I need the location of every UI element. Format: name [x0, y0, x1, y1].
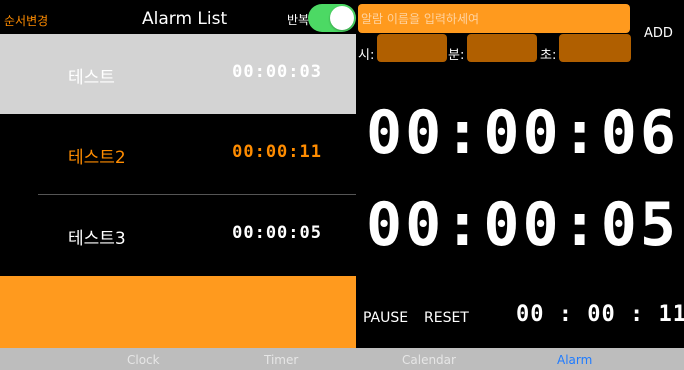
second-input[interactable]	[559, 34, 631, 62]
countdown-display: 00:00:06	[366, 98, 679, 168]
alarm-name: 테스트	[68, 68, 115, 88]
minute-input[interactable]	[467, 34, 537, 62]
repeat-label: 반복	[287, 13, 310, 27]
alarm-row[interactable]: 테스트3 00:00:05	[0, 195, 356, 275]
pause-button[interactable]: PAUSE	[363, 310, 408, 326]
empty-list-area	[0, 276, 356, 348]
minute-label: 분:	[448, 48, 465, 63]
tab-calendar[interactable]: Calendar	[402, 353, 456, 367]
repeat-toggle[interactable]	[308, 4, 356, 32]
countdown-display-secondary: 00:00:05	[366, 190, 679, 260]
elapsed-time: 00 : 00 : 11	[516, 302, 684, 327]
tab-clock[interactable]: Clock	[127, 353, 160, 367]
reset-button[interactable]: RESET	[424, 310, 469, 326]
add-button[interactable]: ADD	[644, 26, 673, 41]
hour-input[interactable]	[377, 34, 447, 62]
reorder-button[interactable]: 순서변경	[4, 12, 48, 29]
alarm-name-input[interactable]	[358, 4, 630, 33]
page-title: Alarm List	[142, 9, 228, 29]
alarm-time: 00:00:11	[232, 142, 322, 162]
tab-timer[interactable]: Timer	[264, 353, 298, 367]
alarm-row[interactable]: 테스트2 00:00:11	[0, 114, 356, 194]
alarm-name: 테스트2	[68, 148, 126, 168]
alarm-time: 00:00:05	[232, 223, 322, 243]
hour-label: 시:	[358, 48, 375, 63]
tab-bar: Clock Timer Calendar Alarm	[0, 348, 684, 370]
tab-alarm[interactable]: Alarm	[557, 353, 592, 367]
alarm-row[interactable]: 테스트 00:00:03	[0, 34, 356, 114]
second-label: 초:	[540, 48, 557, 63]
toggle-knob	[330, 6, 354, 30]
alarm-name: 테스트3	[68, 229, 126, 249]
alarm-time: 00:00:03	[232, 62, 322, 82]
